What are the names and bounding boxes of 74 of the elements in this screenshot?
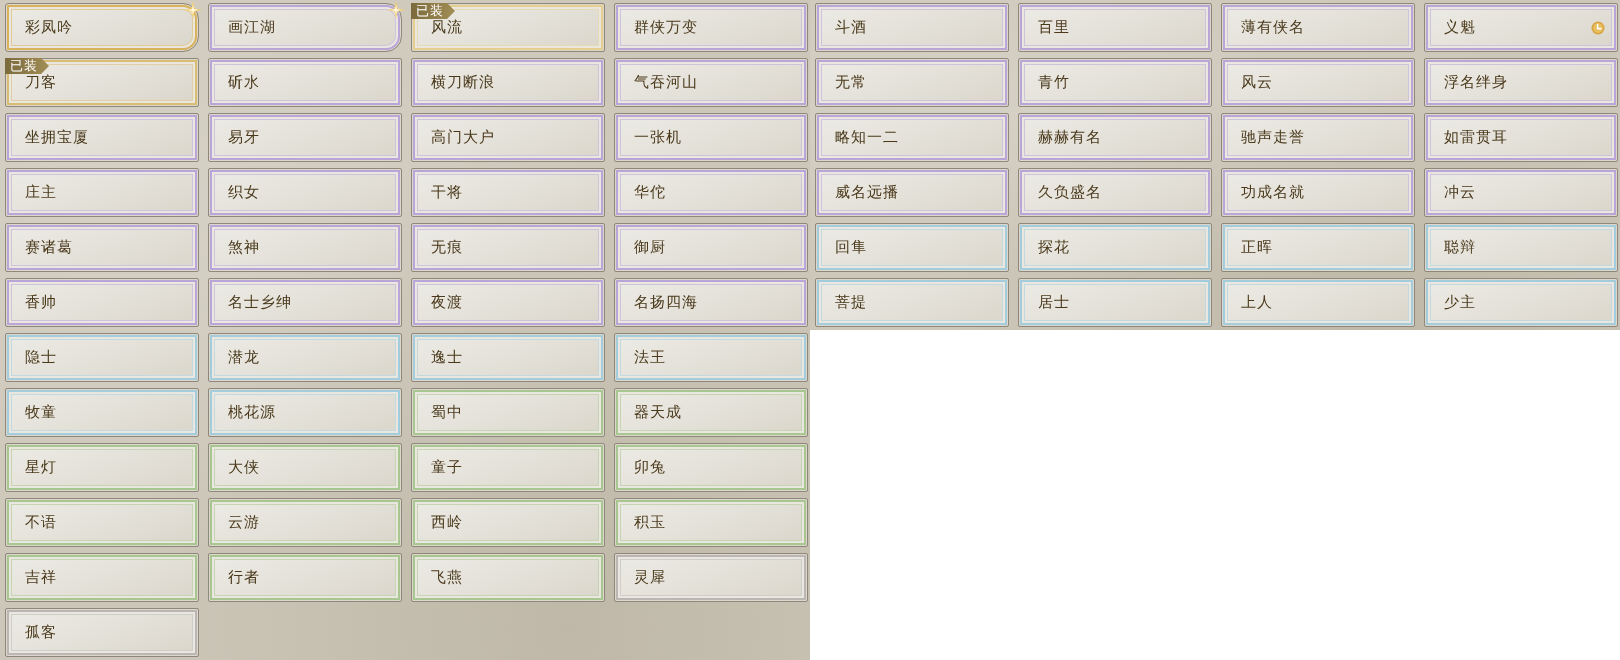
- equipped-badge: 已装: [411, 3, 455, 19]
- title-card[interactable]: 行者: [208, 553, 402, 602]
- title-card[interactable]: 斗酒: [815, 3, 1009, 52]
- title-card[interactable]: 一张机: [614, 113, 808, 162]
- title-card[interactable]: 少主: [1424, 278, 1618, 327]
- title-card[interactable]: 无痕: [411, 223, 605, 272]
- title-card[interactable]: 正晖: [1221, 223, 1415, 272]
- title-card[interactable]: 坐拥宝厦: [5, 113, 199, 162]
- title-card[interactable]: 干将: [411, 168, 605, 217]
- title-card[interactable]: 大侠: [208, 443, 402, 492]
- title-card[interactable]: 彩凤吟: [5, 3, 199, 52]
- title-card[interactable]: 星灯: [5, 443, 199, 492]
- title-card[interactable]: 冲云: [1424, 168, 1618, 217]
- title-card[interactable]: 名扬四海: [614, 278, 808, 327]
- title-card[interactable]: 庄主: [5, 168, 199, 217]
- title-card[interactable]: 易牙: [208, 113, 402, 162]
- title-card[interactable]: 蜀中: [411, 388, 605, 437]
- equipped-badge: 已装: [5, 58, 49, 74]
- title-card[interactable]: 聪辩: [1424, 223, 1618, 272]
- title-card[interactable]: 灵犀: [614, 553, 808, 602]
- title-card[interactable]: 御厨: [614, 223, 808, 272]
- title-card[interactable]: 逸士: [411, 333, 605, 382]
- title-card[interactable]: 久负盛名: [1018, 168, 1212, 217]
- title-card[interactable]: 名士乡绅: [208, 278, 402, 327]
- title-card[interactable]: 画江湖: [208, 3, 402, 52]
- title-card[interactable]: 威名远播: [815, 168, 1009, 217]
- title-card[interactable]: 潜龙: [208, 333, 402, 382]
- title-card[interactable]: 如雷贯耳: [1424, 113, 1618, 162]
- title-card[interactable]: 青竹: [1018, 58, 1212, 107]
- title-card[interactable]: 西岭: [411, 498, 605, 547]
- title-card[interactable]: 功成名就: [1221, 168, 1415, 217]
- title-card[interactable]: 回隼: [815, 223, 1009, 272]
- title-card[interactable]: 孤客: [5, 608, 199, 657]
- title-card[interactable]: 驰声走誉: [1221, 113, 1415, 162]
- clock-icon: [1591, 20, 1605, 35]
- title-card[interactable]: 斫水: [208, 58, 402, 107]
- title-card[interactable]: 菩提: [815, 278, 1009, 327]
- title-card[interactable]: 已装 刀客: [5, 58, 199, 107]
- title-card[interactable]: 隐士: [5, 333, 199, 382]
- title-card[interactable]: 法王: [614, 333, 808, 382]
- title-card[interactable]: 上人: [1221, 278, 1415, 327]
- title-card[interactable]: 气吞河山: [614, 58, 808, 107]
- title-card[interactable]: 群侠万变: [614, 3, 808, 52]
- title-card[interactable]: 牧童: [5, 388, 199, 437]
- title-card[interactable]: 积玉: [614, 498, 808, 547]
- title-card[interactable]: 香帅: [5, 278, 199, 327]
- title-card[interactable]: 不语: [5, 498, 199, 547]
- title-card[interactable]: 赫赫有名: [1018, 113, 1212, 162]
- title-card[interactable]: 织女: [208, 168, 402, 217]
- title-card[interactable]: 百里: [1018, 3, 1212, 52]
- title-card[interactable]: 赛诸葛: [5, 223, 199, 272]
- title-card[interactable]: 煞神: [208, 223, 402, 272]
- title-card[interactable]: 夜渡: [411, 278, 605, 327]
- sparkle-icon: [387, 1, 405, 19]
- title-card[interactable]: 无常: [815, 58, 1009, 107]
- title-card[interactable]: 云游: [208, 498, 402, 547]
- title-card[interactable]: 横刀断浪: [411, 58, 605, 107]
- title-card[interactable]: 卯兔: [614, 443, 808, 492]
- title-card[interactable]: 薄有侠名: [1221, 3, 1415, 52]
- title-card[interactable]: 已装 风流: [411, 3, 605, 52]
- title-card[interactable]: 浮名绊身: [1424, 58, 1618, 107]
- title-card[interactable]: 飞燕: [411, 553, 605, 602]
- title-card[interactable]: 高门大户: [411, 113, 605, 162]
- title-card[interactable]: 义魁: [1424, 3, 1618, 52]
- title-card[interactable]: 童子: [411, 443, 605, 492]
- title-card[interactable]: 风云: [1221, 58, 1415, 107]
- title-card[interactable]: 略知一二: [815, 113, 1009, 162]
- title-card[interactable]: 器天成: [614, 388, 808, 437]
- title-card[interactable]: 桃花源: [208, 388, 402, 437]
- title-card[interactable]: 探花: [1018, 223, 1212, 272]
- title-card[interactable]: 吉祥: [5, 553, 199, 602]
- title-card[interactable]: 居士: [1018, 278, 1212, 327]
- title-card[interactable]: 华佗: [614, 168, 808, 217]
- sparkle-icon: [184, 1, 202, 19]
